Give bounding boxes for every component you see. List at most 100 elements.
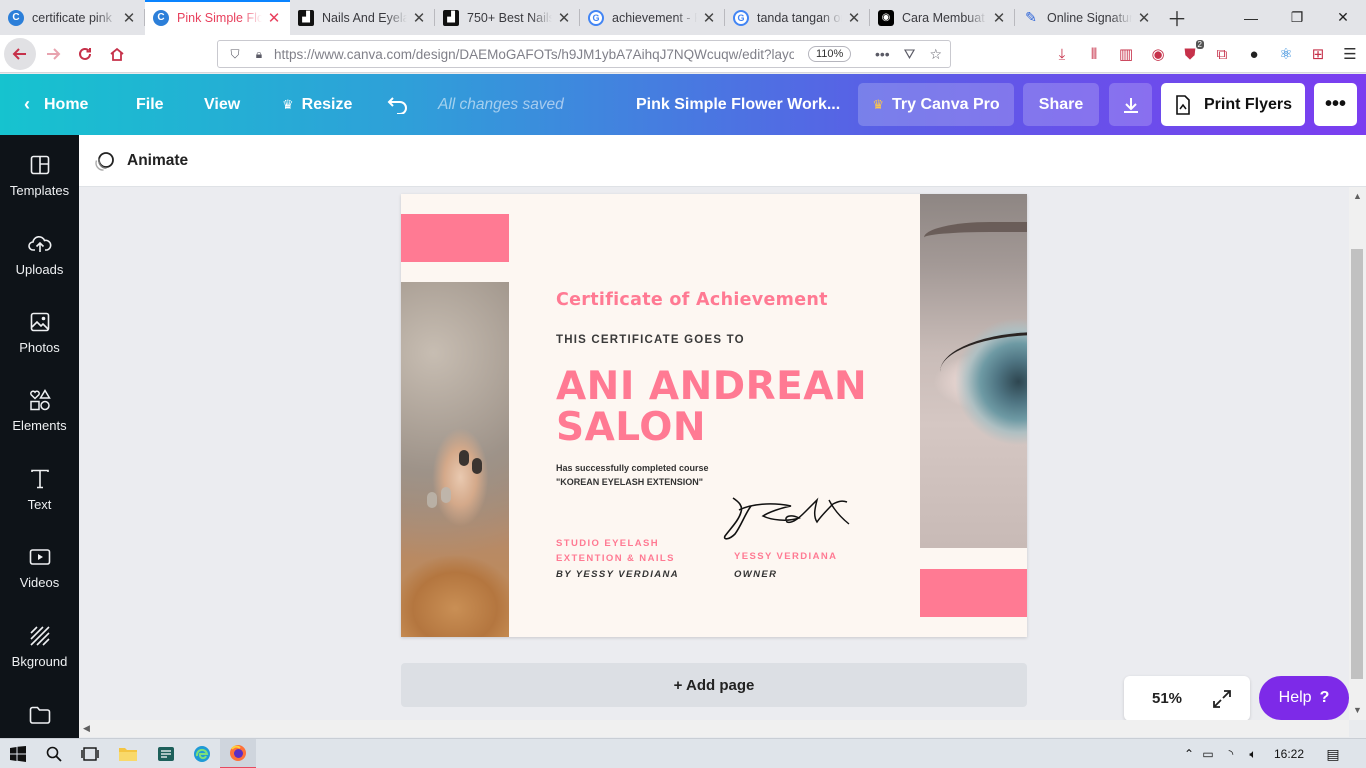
browser-tab-active[interactable]: C Pink Simple Flower ✕	[145, 0, 290, 35]
browser-tab[interactable]: G tanda tangan online ✕	[725, 0, 870, 35]
recipient-name[interactable]: ANI ANDREAN SALON	[556, 366, 867, 448]
ublock-icon[interactable]: ⛊ 2	[1174, 38, 1206, 70]
animate-button[interactable]: Animate	[93, 135, 188, 187]
vertical-scrollbar[interactable]: ▲ ▼	[1349, 187, 1366, 720]
pink-accent-block[interactable]	[401, 214, 509, 262]
sidebar-item-background[interactable]: Bkground	[0, 614, 79, 684]
clock-time[interactable]: 16:22	[1270, 747, 1308, 761]
home-nav-button[interactable]: ‹ Home	[24, 74, 88, 135]
library-icon[interactable]: ⫴	[1078, 38, 1110, 70]
zoom-level[interactable]: 51%	[1152, 676, 1182, 721]
signature-image[interactable]	[721, 494, 851, 544]
task-view-icon[interactable]	[72, 739, 108, 768]
eye-photo[interactable]	[920, 194, 1027, 548]
account-icon[interactable]: ◉	[1142, 38, 1174, 70]
view-menu[interactable]: View	[204, 74, 240, 135]
browser-tab[interactable]: ✎ Online Signature ✕	[1015, 0, 1160, 35]
browser-tab[interactable]: ▟ 750+ Best Nails ✕	[435, 0, 580, 35]
browser-tab[interactable]: ▟ Nails And Eyelash ✕	[290, 0, 435, 35]
search-icon[interactable]	[36, 739, 72, 768]
extensions-icon[interactable]: ⊞	[1302, 38, 1334, 70]
close-icon[interactable]: ✕	[121, 9, 137, 27]
close-icon[interactable]: ✕	[701, 9, 717, 27]
signer-name[interactable]: YESSY VERDIANA	[734, 551, 837, 562]
scroll-thumb[interactable]	[1351, 249, 1363, 679]
file-explorer-icon[interactable]	[110, 739, 146, 768]
new-tab-button[interactable]: ＋	[1160, 0, 1194, 35]
studio-name[interactable]: STUDIO EYELASH EXTENTION & NAILS	[556, 536, 675, 566]
restore-icon[interactable]: ❐	[1274, 0, 1320, 35]
url-text[interactable]: https://www.canva.com/design/DAEMoGAFOTs…	[274, 47, 794, 62]
home-button[interactable]	[102, 39, 132, 69]
sidebar-item-templates[interactable]: Templates	[0, 143, 79, 213]
shield-icon[interactable]: ⛉	[226, 47, 244, 62]
zoom-control[interactable]: 51%	[1124, 676, 1250, 721]
document-title[interactable]: Pink Simple Flower Work...	[636, 74, 840, 135]
sidebar-icon[interactable]: ▥	[1110, 38, 1142, 70]
close-icon[interactable]: ✕	[1136, 9, 1152, 27]
browser-tab[interactable]: G achievement - Penelusuran ✕	[580, 0, 725, 35]
course-text[interactable]: Has successfully completed course "KOREA…	[556, 461, 709, 489]
edge-icon[interactable]	[184, 739, 220, 768]
scroll-up-icon[interactable]: ▲	[1353, 191, 1362, 201]
notification-center-icon[interactable]: ▤	[1322, 746, 1344, 763]
horizontal-scrollbar[interactable]: ◀	[79, 720, 1349, 737]
terminal-icon[interactable]	[148, 739, 184, 768]
share-button[interactable]: Share	[1023, 83, 1099, 126]
forward-button[interactable]	[38, 39, 68, 69]
zoom-badge[interactable]: 110%	[808, 46, 852, 62]
close-icon[interactable]: ✕	[266, 9, 282, 27]
sidebar-item-uploads[interactable]: Uploads	[0, 222, 79, 292]
resize-button[interactable]: ♛ Resize	[282, 74, 352, 135]
lock-icon[interactable]: 🔒︎	[250, 47, 268, 62]
sidebar-item-photos[interactable]: Photos	[0, 300, 79, 370]
help-button[interactable]: Help ?	[1259, 676, 1349, 720]
undo-button[interactable]	[387, 74, 409, 135]
windows-start-icon[interactable]	[0, 739, 36, 768]
battery-icon[interactable]: ▭	[1196, 747, 1220, 761]
design-page[interactable]: Certificate of Achievement THIS CERTIFIC…	[401, 194, 1027, 637]
browser-tab[interactable]: ◉ Cara Membuat ✕	[870, 0, 1015, 35]
reload-button[interactable]	[70, 39, 100, 69]
add-page-button[interactable]: + Add page	[401, 663, 1027, 707]
menu-icon[interactable]: ☰	[1334, 38, 1366, 70]
scroll-left-icon[interactable]: ◀	[83, 723, 90, 734]
pocket-icon[interactable]: ⛛	[904, 46, 916, 63]
back-button[interactable]	[4, 38, 36, 70]
pink-accent-block[interactable]	[920, 569, 1027, 617]
sidebar-item-text[interactable]: Text	[0, 457, 79, 527]
browser-tab[interactable]: C certificate pink ✕	[0, 0, 145, 35]
sidebar-item-videos[interactable]: Videos	[0, 535, 79, 605]
more-actions-icon[interactable]: •••	[875, 46, 890, 63]
firefox-icon[interactable]	[220, 739, 256, 768]
studio-by-line[interactable]: BY YESSY VERDIANA	[556, 569, 679, 580]
sidebar-item-elements[interactable]: Elements	[0, 378, 79, 448]
screenshot-icon[interactable]: ⧉	[1206, 38, 1238, 70]
volume-icon[interactable]: 🔈︎	[1242, 747, 1264, 762]
url-bar[interactable]: ⛉ 🔒︎ https://www.canva.com/design/DAEMoG…	[217, 40, 951, 68]
nails-photo[interactable]	[401, 282, 509, 637]
react-devtools-icon[interactable]: ⚛	[1270, 38, 1302, 70]
close-icon[interactable]: ✕	[411, 9, 427, 27]
window-close-icon[interactable]: ✕	[1320, 0, 1366, 35]
file-menu[interactable]: File	[136, 74, 164, 135]
try-canva-pro-button[interactable]: ♛ Try Canva Pro	[858, 83, 1014, 126]
color-extension-icon[interactable]: ●	[1238, 38, 1270, 70]
close-icon[interactable]: ✕	[556, 9, 572, 27]
chevron-up-icon[interactable]: ⌃	[1182, 747, 1196, 761]
more-options-button[interactable]: •••	[1314, 83, 1357, 126]
bookmark-star-icon[interactable]: ☆	[929, 46, 942, 63]
close-icon[interactable]: ✕	[991, 9, 1007, 27]
scroll-down-icon[interactable]: ▼	[1353, 705, 1362, 715]
fullscreen-icon[interactable]	[1212, 689, 1232, 709]
certificate-subtitle[interactable]: THIS CERTIFICATE GOES TO	[556, 334, 745, 346]
wifi-icon[interactable]: ◝	[1220, 747, 1242, 761]
signer-role[interactable]: OWNER	[734, 569, 777, 580]
download-button[interactable]	[1109, 83, 1152, 126]
print-flyers-button[interactable]: Print Flyers	[1161, 83, 1305, 126]
certificate-title[interactable]: Certificate of Achievement	[556, 290, 828, 310]
minimize-icon[interactable]: —	[1228, 0, 1274, 35]
downloads-icon[interactable]: ⤓	[1046, 38, 1078, 70]
close-icon[interactable]: ✕	[846, 9, 862, 27]
sidebar-item-folder[interactable]	[0, 693, 79, 738]
